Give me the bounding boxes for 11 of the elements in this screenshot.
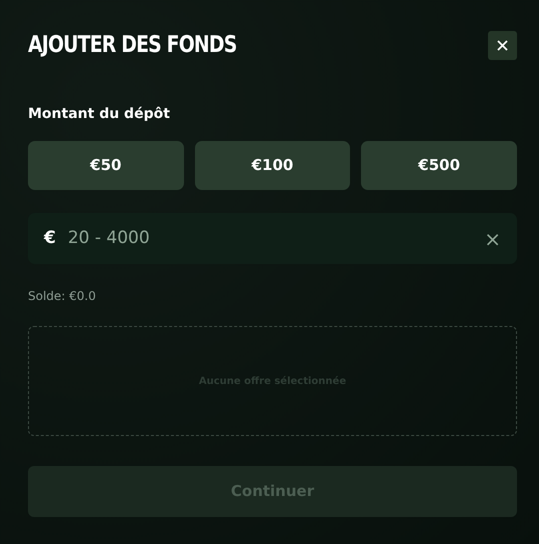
amount-field[interactable]: € 20 - 4000 × <box>28 213 517 264</box>
amount-option[interactable]: €100 <box>194 141 350 190</box>
clear-button[interactable]: × <box>484 224 501 254</box>
amount-label: Montant du dépôt <box>28 105 171 124</box>
close-icon <box>497 40 508 51</box>
modal-title: AJOUTER DES FONDS <box>28 32 236 60</box>
balance-text: Solde: €0.0 <box>28 288 97 305</box>
amount-option[interactable]: €50 <box>28 141 184 190</box>
close-button[interactable] <box>488 31 517 60</box>
currency-symbol: € <box>44 226 56 250</box>
amount-option[interactable]: €500 <box>361 141 518 190</box>
